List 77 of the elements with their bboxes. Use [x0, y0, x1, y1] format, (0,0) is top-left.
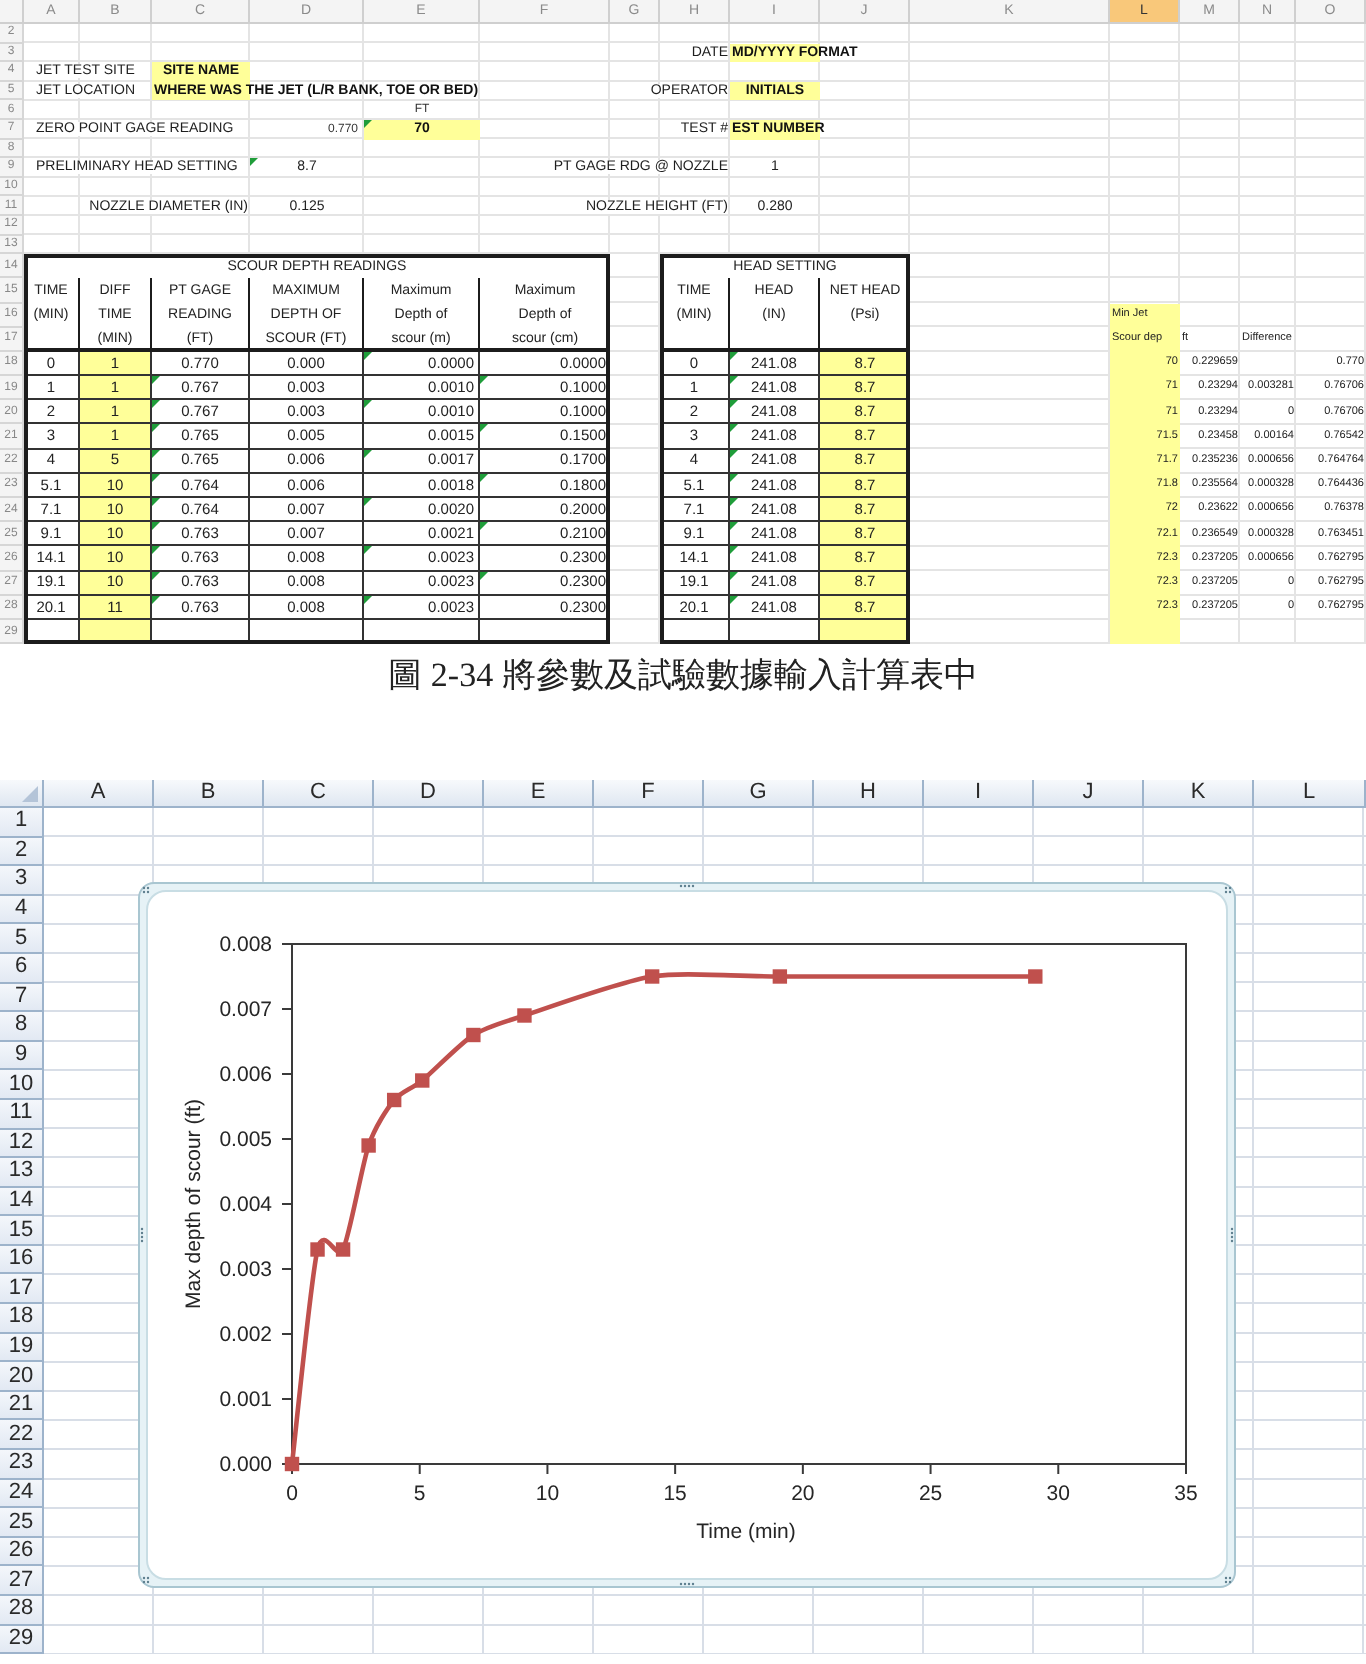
y-tick-label: 0.004 — [219, 1193, 272, 1218]
row-header[interactable]: 17 — [0, 1274, 44, 1305]
row-header[interactable]: 28 — [0, 1596, 44, 1626]
resize-handle-icon — [1224, 886, 1232, 894]
triangle-icon — [22, 785, 38, 802]
x-tick-label: 15 — [663, 1481, 687, 1506]
row-header[interactable]: 11 — [0, 1099, 44, 1130]
row-header[interactable]: 2 — [0, 837, 44, 867]
row-header[interactable]: 10 — [0, 1070, 44, 1100]
row-header[interactable]: 23 — [0, 1450, 44, 1480]
data-point — [310, 1242, 325, 1257]
row-header[interactable]: 26 — [0, 1537, 44, 1567]
row-header[interactable]: 15 — [0, 1216, 44, 1246]
row-header[interactable]: 6 — [0, 953, 44, 984]
y-tick-label: 0.000 — [219, 1453, 272, 1478]
y-tick-label: 0.003 — [219, 1258, 272, 1283]
column-header[interactable]: B — [154, 779, 264, 808]
y-axis-title: Max depth of scour (ft) — [182, 1098, 206, 1309]
select-all-corner[interactable] — [0, 779, 44, 808]
x-tick-label: 5 — [413, 1481, 426, 1506]
x-axis-title: Time (min) — [696, 1519, 796, 1544]
row-header[interactable]: 29 — [0, 1625, 44, 1655]
row-header[interactable]: 13 — [0, 1158, 44, 1188]
column-header[interactable]: L — [1254, 779, 1366, 808]
resize-handle-icon — [142, 886, 150, 894]
resize-handle-icon — [140, 1227, 144, 1243]
column-header[interactable]: D — [374, 779, 484, 808]
data-point — [415, 1073, 430, 1088]
row-header[interactable]: 3 — [0, 866, 44, 896]
select-all-corner[interactable] — [0, 0, 24, 24]
row-header[interactable]: 21 — [0, 1391, 44, 1421]
row-header[interactable]: 9 — [0, 1041, 44, 1071]
y-tick-label: 0.001 — [219, 1388, 272, 1413]
y-tick-label: 0.007 — [219, 998, 272, 1023]
column-header[interactable]: A — [44, 779, 154, 808]
row-header[interactable]: 25 — [0, 1508, 44, 1538]
y-tick-label: 0.006 — [219, 1063, 272, 1088]
column-header[interactable]: H — [814, 779, 924, 808]
x-tick-label: 10 — [535, 1481, 560, 1506]
x-tick-label: 20 — [791, 1481, 815, 1506]
x-tick-label: 30 — [1046, 1481, 1070, 1506]
resize-handle-icon — [679, 1582, 695, 1586]
y-tick-label: 0.002 — [219, 1323, 272, 1348]
column-header[interactable]: E — [484, 779, 594, 808]
resize-handle-icon — [679, 884, 695, 888]
row-header[interactable]: 14 — [0, 1187, 44, 1217]
row-header[interactable]: 8 — [0, 1012, 44, 1042]
row-header[interactable]: 12 — [0, 1129, 44, 1159]
figure-caption: 圖 2-34 將參數及試驗數據輸入計算表中 — [388, 654, 978, 699]
y-tick-label: 0.005 — [219, 1128, 272, 1153]
resize-handle-icon — [142, 1576, 150, 1584]
row-header[interactable]: 16 — [0, 1245, 44, 1275]
row-header[interactable]: 20 — [0, 1362, 44, 1392]
row-header[interactable]: 27 — [0, 1566, 44, 1597]
resize-handle-icon — [1224, 1576, 1232, 1584]
column-header[interactable]: J — [1034, 779, 1144, 808]
row-header[interactable]: 4 — [0, 895, 44, 925]
column-header[interactable]: C — [264, 779, 374, 808]
y-tick-label: 0.008 — [219, 933, 272, 958]
column-header[interactable]: F — [594, 779, 704, 808]
column-header[interactable]: I — [924, 779, 1034, 808]
data-point — [361, 1138, 376, 1153]
x-tick-label: 25 — [918, 1481, 943, 1506]
x-tick-label: 0 — [286, 1481, 298, 1506]
resize-handle-icon — [1230, 1227, 1234, 1243]
row-header[interactable]: 18 — [0, 1304, 44, 1334]
row-header[interactable]: 5 — [0, 924, 44, 954]
row-header[interactable]: 1 — [0, 807, 44, 838]
data-point — [517, 1008, 532, 1023]
row-header[interactable]: 7 — [0, 983, 44, 1013]
data-point — [1028, 969, 1043, 984]
row-header[interactable]: 22 — [0, 1420, 44, 1451]
row-header[interactable]: 24 — [0, 1479, 44, 1509]
column-header[interactable]: G — [704, 779, 814, 808]
row-header[interactable]: 19 — [0, 1333, 44, 1363]
column-header[interactable]: K — [1144, 779, 1254, 808]
x-tick-label: 35 — [1174, 1481, 1198, 1506]
